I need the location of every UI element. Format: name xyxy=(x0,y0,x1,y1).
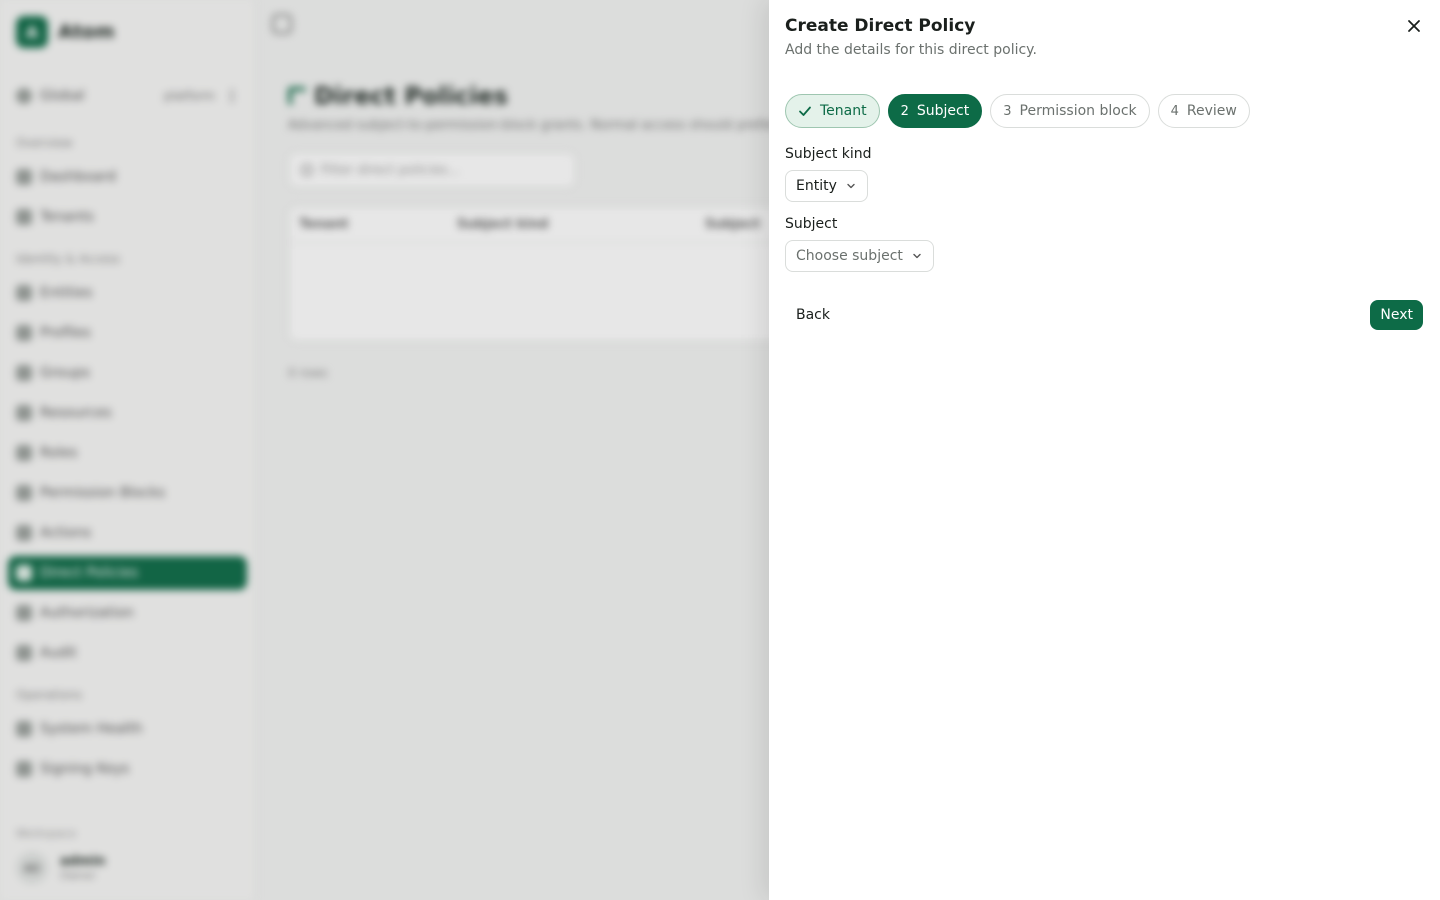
step-tenant[interactable]: Tenant xyxy=(785,94,880,128)
step-permission-block[interactable]: 3 Permission block xyxy=(990,94,1150,128)
subject-placeholder: Choose subject xyxy=(796,248,903,264)
step-label: Permission block xyxy=(1019,103,1137,119)
sheet-title: Create Direct Policy xyxy=(785,16,976,36)
subject-kind-select[interactable]: Entity xyxy=(785,170,868,202)
subject-kind-label: Subject kind xyxy=(785,146,872,162)
step-review[interactable]: 4 Review xyxy=(1157,94,1250,128)
step-number: 3 xyxy=(1003,103,1012,119)
step-label: Subject xyxy=(916,103,970,119)
chevron-down-icon xyxy=(913,253,921,259)
step-subject[interactable]: 2 Subject xyxy=(887,94,983,128)
step-number: 4 xyxy=(1170,103,1179,119)
subject-label: Subject xyxy=(785,216,838,232)
step-label: Tenant xyxy=(820,103,867,119)
next-button[interactable]: Next xyxy=(1370,300,1423,330)
stepper: Tenant 2 Subject 3 Permission block 4 Re… xyxy=(785,94,1250,128)
chevron-down-icon xyxy=(847,183,855,189)
back-button[interactable]: Back xyxy=(785,300,841,330)
create-direct-policy-sheet: Create Direct Policy Add the details for… xyxy=(769,0,1440,900)
subject-kind-value: Entity xyxy=(796,178,837,194)
subject-select[interactable]: Choose subject xyxy=(785,240,934,272)
check-icon xyxy=(799,106,811,116)
sheet-description: Add the details for this direct policy. xyxy=(785,42,1037,58)
step-label: Review xyxy=(1186,103,1237,119)
close-button[interactable] xyxy=(1402,14,1426,38)
step-number: 2 xyxy=(900,103,909,119)
close-icon xyxy=(1408,20,1420,32)
